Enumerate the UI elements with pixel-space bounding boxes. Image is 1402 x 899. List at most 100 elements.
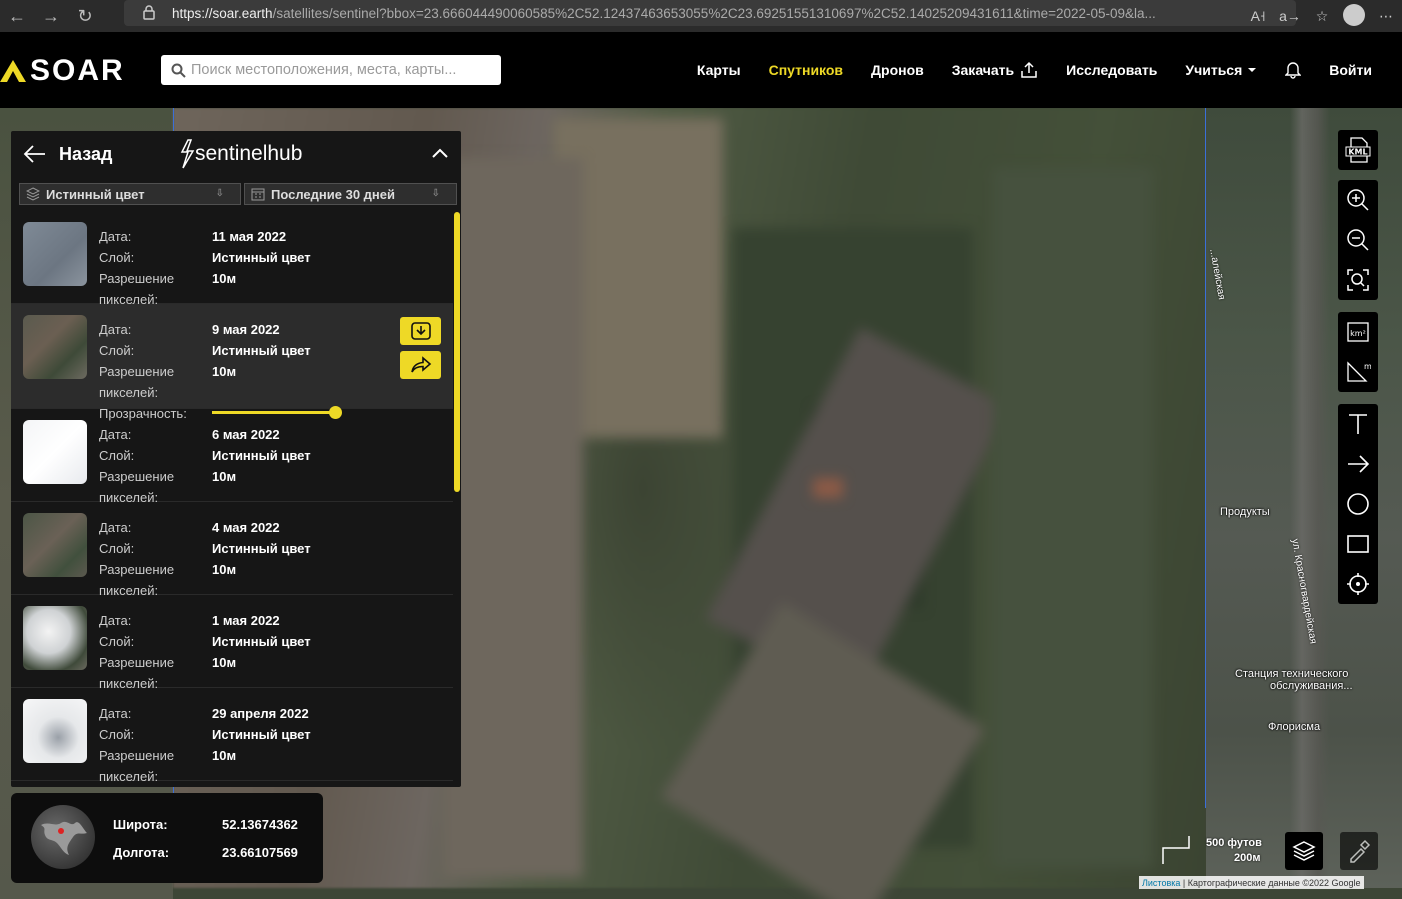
measure-distance-button[interactable]: m — [1338, 352, 1378, 392]
logo-text: SOAR — [30, 54, 125, 87]
list-scrollbar[interactable] — [454, 212, 460, 492]
favorites-icon[interactable]: ☆ — [1306, 8, 1338, 25]
resolution-label-2: пикселей: — [99, 385, 159, 400]
back-button[interactable]: Назад — [23, 144, 112, 165]
resolution-value: 10м — [212, 748, 237, 763]
list-item[interactable]: Дата: 29 апреля 2022 Слой: Истинный цвет… — [11, 688, 453, 784]
poi-florisma[interactable]: Флорисма — [1268, 721, 1320, 733]
image-list: Дата: 11 мая 2022 Слой: Истинный цвет Ра… — [11, 211, 453, 787]
zoom-tool-group — [1338, 180, 1378, 300]
nav-upload[interactable]: Закачать — [952, 61, 1038, 79]
circle-tool-button[interactable] — [1338, 484, 1378, 524]
point-tool-button[interactable] — [1338, 564, 1378, 604]
date-value: 4 мая 2022 — [212, 520, 280, 535]
coordinates-box: Широта: 52.13674362 Долгота: 23.66107569 — [11, 793, 323, 883]
search-icon — [171, 63, 186, 78]
lock-icon — [143, 5, 155, 20]
layer-value: Истинный цвет — [212, 634, 311, 649]
date-label: Дата: — [99, 706, 132, 721]
dropper-button[interactable] — [1340, 832, 1378, 870]
nav-drones[interactable]: Дронов — [871, 62, 924, 78]
layers-button[interactable] — [1285, 832, 1323, 870]
kml-upload-button[interactable]: KML — [1338, 130, 1378, 170]
text-tool-icon — [1349, 414, 1367, 434]
back-nav-icon[interactable]: ← — [0, 0, 34, 32]
app-root: ← → ↻ https://soar.earth/satellites/sent… — [0, 0, 1402, 899]
zoom-extent-icon — [1347, 269, 1369, 291]
leaflet-link[interactable]: Листовка — [1142, 878, 1180, 888]
layer-label: Слой: — [99, 448, 135, 463]
rectangle-icon — [1347, 535, 1369, 553]
circle-icon — [1347, 493, 1369, 515]
nav-learn-label: Учиться — [1185, 62, 1243, 78]
download-icon — [410, 322, 431, 340]
arrow-tool-button[interactable] — [1338, 444, 1378, 484]
site-header: SOAR Поиск местоположения, места, карты.… — [0, 32, 1402, 108]
resolution-label: Разрешение — [99, 562, 175, 577]
rectangle-tool-button[interactable] — [1338, 524, 1378, 564]
measure-distance-icon: m — [1347, 361, 1371, 382]
image-thumbnail — [23, 420, 87, 484]
sentinel-panel: Назад sentinelhub Истинный цвет ⇩ Послед… — [11, 131, 461, 787]
poi-products[interactable]: Продукты — [1220, 506, 1270, 518]
latitude-label: Широта: — [113, 817, 168, 832]
layer-label: Слой: — [99, 541, 135, 556]
layer-value: Истинный цвет — [212, 727, 311, 742]
download-button[interactable] — [400, 317, 441, 345]
zoom-extent-button[interactable] — [1338, 260, 1378, 300]
collapse-chevron-icon[interactable] — [431, 147, 449, 159]
image-thumbnail — [23, 699, 87, 763]
poi-service-station-2[interactable]: обслуживания... — [1270, 680, 1353, 692]
search-input[interactable]: Поиск местоположения, места, карты... — [161, 55, 501, 85]
soar-logo-icon — [0, 60, 26, 82]
share-button[interactable] — [400, 351, 441, 379]
layers-icon — [26, 187, 40, 201]
list-item[interactable]: Дата: 6 мая 2022 Слой: Истинный цвет Раз… — [11, 409, 453, 505]
address-bar[interactable]: https://soar.earth/satellites/sentinel?b… — [124, 0, 1296, 26]
zoom-in-button[interactable] — [1338, 180, 1378, 220]
zoom-out-button[interactable] — [1338, 220, 1378, 260]
back-label: Назад — [59, 143, 113, 164]
soar-logo[interactable]: SOAR — [0, 54, 125, 88]
nav-maps[interactable]: Карты — [697, 62, 741, 78]
date-value: 29 апреля 2022 — [212, 706, 309, 721]
layer-label: Слой: — [99, 727, 135, 742]
image-thumbnail — [23, 513, 87, 577]
nav-learn[interactable]: Учиться — [1185, 62, 1257, 78]
km-text: km² — [1350, 329, 1366, 338]
layer-select-value: Истинный цвет — [46, 186, 145, 202]
provider-name: sentinelhub — [195, 142, 303, 165]
list-item[interactable]: Дата: 1 мая 2022 Слой: Истинный цвет Раз… — [11, 595, 453, 691]
measure-tool-group: km² m — [1338, 312, 1378, 392]
reload-icon[interactable]: ↻ — [68, 0, 102, 32]
nav-explore[interactable]: Исследовать — [1066, 62, 1157, 78]
nav-upload-label: Закачать — [951, 62, 1015, 78]
resolution-label: Разрешение — [99, 655, 175, 670]
list-item[interactable]: Дата: 4 мая 2022 Слой: Истинный цвет Раз… — [11, 502, 453, 598]
date-value: 1 мая 2022 — [212, 613, 280, 628]
image-thumbnail — [23, 606, 87, 670]
profile-avatar[interactable] — [1338, 3, 1370, 29]
dropdown-arrow-icon: ⇩ — [215, 188, 224, 199]
translate-icon[interactable]: a→ — [1274, 8, 1306, 24]
resolution-value: 10м — [212, 655, 237, 670]
forward-nav-icon[interactable]: → — [34, 0, 68, 32]
scale-meters: 200м — [1234, 852, 1261, 864]
poi-service-station[interactable]: Станция технического — [1235, 668, 1348, 680]
list-item[interactable]: Дата: 11 мая 2022 Слой: Истинный цвет Ра… — [11, 211, 453, 307]
read-aloud-icon[interactable]: A˧ — [1242, 8, 1274, 24]
map-attribution: Листовка | Картографические данные ©2022… — [1139, 876, 1364, 889]
login-link[interactable]: Войти — [1329, 62, 1372, 78]
layer-label: Слой: — [99, 250, 135, 265]
date-range-select[interactable]: Последние 30 дней ⇩ — [244, 183, 457, 205]
more-icon[interactable]: ⋯ — [1370, 8, 1402, 25]
resolution-label: Разрешение — [99, 364, 175, 379]
layer-select[interactable]: Истинный цвет ⇩ — [19, 183, 241, 205]
text-tool-button[interactable] — [1338, 404, 1378, 444]
measure-area-button[interactable]: km² — [1338, 312, 1378, 352]
layer-value: Истинный цвет — [212, 448, 311, 463]
list-item-selected[interactable]: Дата: 9 мая 2022 Слой: Истинный цвет Раз… — [11, 304, 453, 421]
nav-satellites[interactable]: Спутников — [769, 62, 843, 78]
zoom-out-icon — [1347, 229, 1369, 251]
notifications-bell-icon[interactable] — [1285, 61, 1302, 79]
